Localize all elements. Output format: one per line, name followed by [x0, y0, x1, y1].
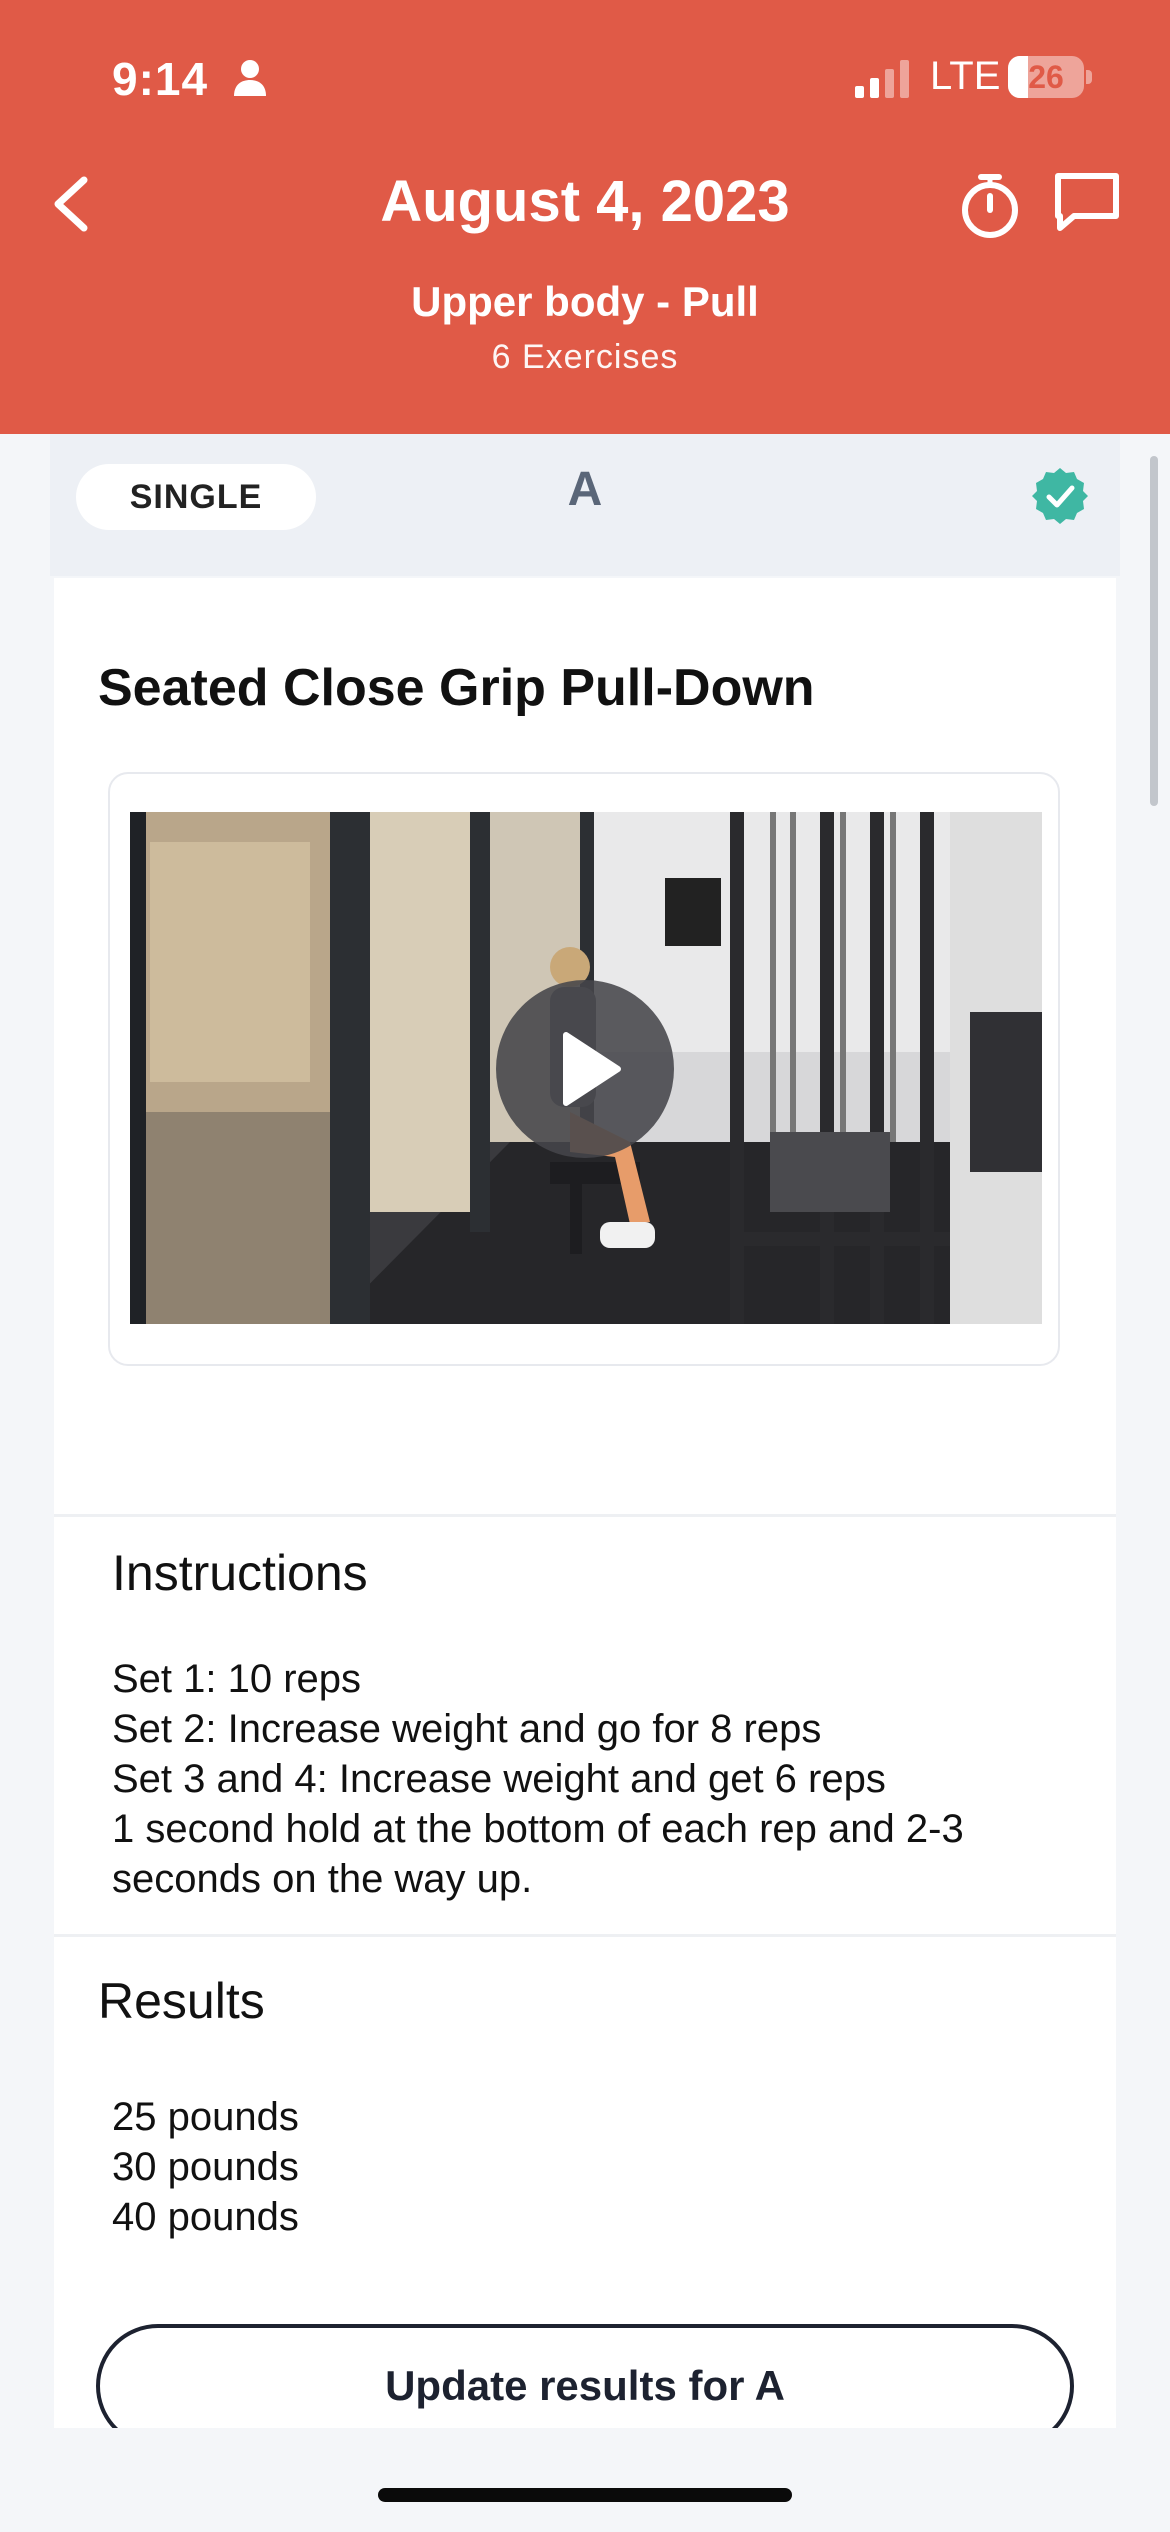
instructions-list: Set 1: 10 reps Set 2: Increase weight an…: [112, 1654, 1072, 1904]
stopwatch-icon[interactable]: [954, 170, 1026, 242]
exercise-title: Seated Close Grip Pull-Down: [98, 659, 815, 717]
exercise-card: Seated Close Grip Pull-Down Instructions…: [54, 578, 1116, 2448]
section-header: SINGLE A: [50, 434, 1120, 576]
divider: [54, 1934, 1116, 1937]
results-list: 25 pounds 30 pounds 40 pounds: [112, 2092, 299, 2242]
verified-check-icon: [1032, 468, 1088, 524]
instructions-heading: Instructions: [112, 1545, 368, 1601]
exercise-video[interactable]: [130, 812, 1042, 1324]
video-container: [108, 772, 1060, 1366]
instruction-line: Set 2: Increase weight and go for 8 reps: [112, 1707, 822, 1751]
signal-icon: [855, 60, 909, 98]
section-letter: A: [567, 463, 603, 516]
battery-icon: 26: [1008, 56, 1092, 98]
results-heading: Results: [98, 1973, 265, 2029]
workout-name: Upper body - Pull: [411, 278, 759, 325]
result-line: 40 pounds: [112, 2195, 299, 2239]
battery-level: 26: [1028, 59, 1064, 95]
person-icon: [234, 60, 266, 96]
network-type: LTE: [930, 54, 1001, 98]
home-indicator[interactable]: [378, 2488, 792, 2502]
exercise-count: 6 Exercises: [491, 338, 679, 376]
instruction-line: Set 1: 10 reps: [112, 1657, 362, 1701]
play-icon[interactable]: [496, 980, 674, 1158]
status-time: 9:14: [112, 53, 209, 105]
instruction-line: 1 second hold at the bottom of each rep …: [112, 1807, 964, 1851]
divider: [54, 1514, 1116, 1517]
instruction-line: Set 3 and 4: Increase weight and get 6 r…: [112, 1757, 886, 1801]
instruction-line: seconds on the way up.: [112, 1857, 533, 1901]
chat-bubble-icon[interactable]: [1052, 170, 1122, 234]
bottom-safe-area: [0, 2428, 1170, 2532]
result-line: 25 pounds: [112, 2095, 299, 2139]
scrollbar[interactable]: [1150, 456, 1158, 806]
app-header: 9:14 LTE 26 August 4, 2023 Upper body - …: [0, 0, 1170, 434]
result-line: 30 pounds: [112, 2145, 299, 2189]
